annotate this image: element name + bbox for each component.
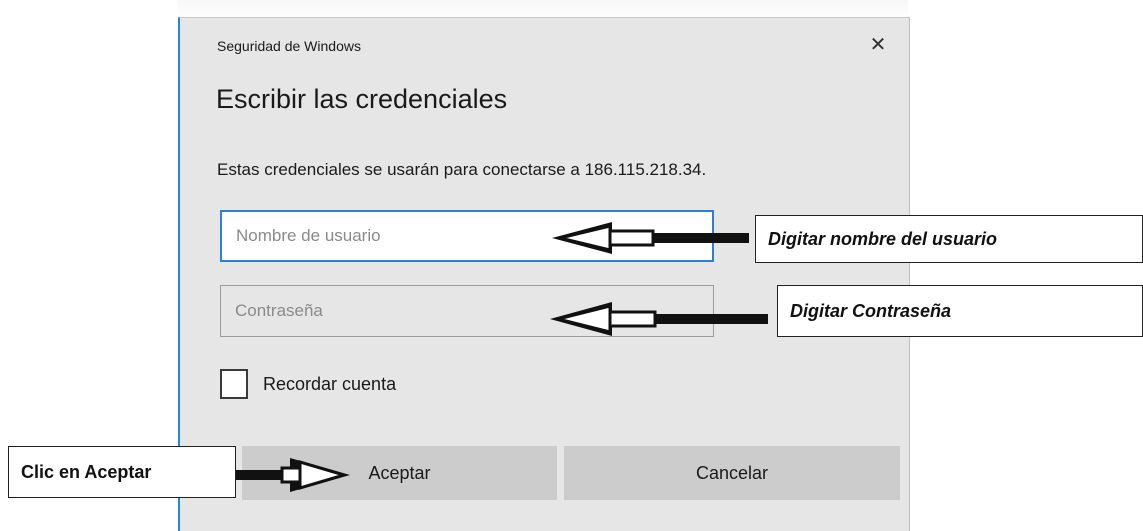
dialog-heading: Escribir las credenciales	[216, 84, 508, 114]
tutorial-screenshot: Seguridad de Windows ✕ Escribir las cred…	[0, 0, 1143, 531]
callout-password: Digitar Contraseña	[777, 285, 1143, 337]
callout-username: Digitar nombre del usuario	[755, 215, 1143, 263]
dialog-caption: Seguridad de Windows	[217, 38, 361, 54]
accept-button[interactable]: Aceptar	[242, 446, 557, 500]
dialog-description: Estas credenciales se usarán para conect…	[217, 160, 707, 179]
cancel-button[interactable]: Cancelar	[564, 446, 900, 500]
remember-checkbox[interactable]	[220, 369, 248, 399]
remember-label: Recordar cuenta	[263, 373, 397, 394]
callout-accept: Clic en Aceptar	[8, 446, 236, 498]
windows-security-dialog: Seguridad de Windows ✕ Escribir las cred…	[178, 17, 910, 531]
username-field[interactable]	[220, 210, 714, 262]
password-field[interactable]	[220, 285, 714, 337]
remember-account-row[interactable]: Recordar cuenta	[220, 369, 396, 399]
close-icon[interactable]: ✕	[865, 32, 891, 58]
